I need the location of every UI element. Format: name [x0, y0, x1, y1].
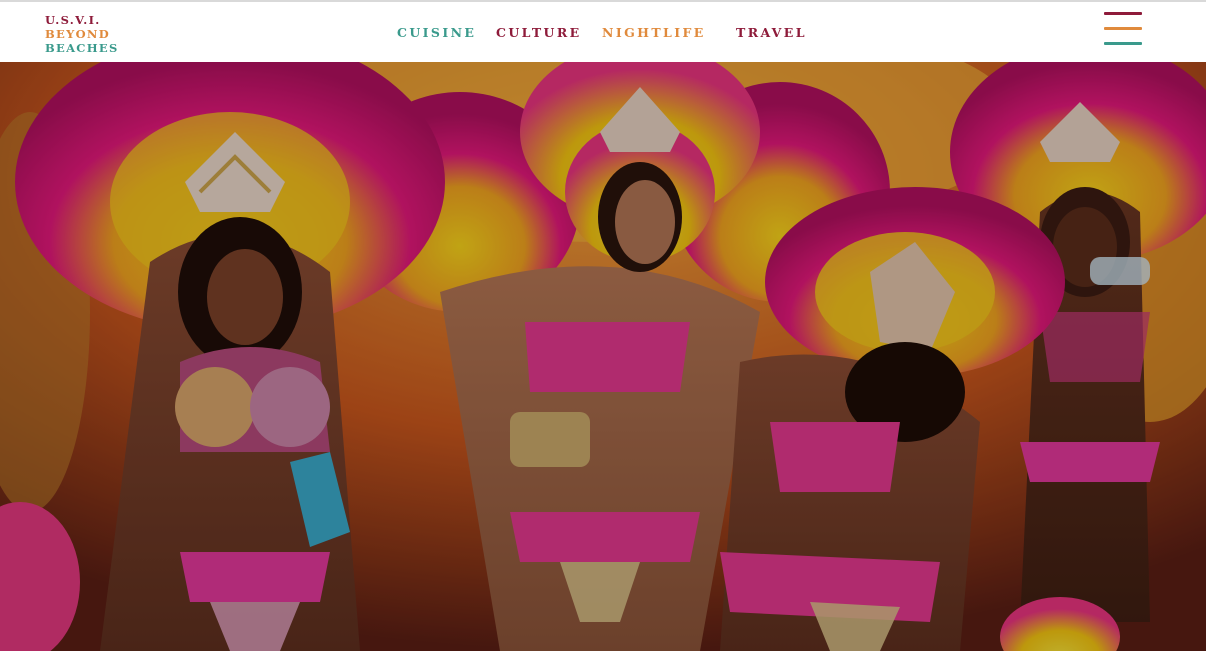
menu-bar-bottom	[1104, 42, 1142, 45]
nav-cuisine[interactable]: CUISINE	[397, 25, 476, 40]
menu-bar-top	[1104, 12, 1142, 15]
hamburger-menu-icon[interactable]	[1104, 12, 1142, 46]
nav-nightlife[interactable]: NIGHTLIFE	[602, 25, 706, 40]
carnival-dancers-illustration	[0, 62, 1206, 651]
site-header: U.S.V.I. BEYOND BEACHES CUISINE CULTURE …	[0, 2, 1206, 62]
nav-culture[interactable]: CULTURE	[496, 25, 582, 40]
menu-bar-middle	[1104, 27, 1142, 30]
logo-line-beaches: BEACHES	[45, 41, 119, 55]
nav-travel[interactable]: TRAVEL	[736, 25, 807, 40]
hero-image	[0, 62, 1206, 651]
main-nav: CUISINE CULTURE NIGHTLIFE TRAVEL	[0, 25, 1206, 41]
